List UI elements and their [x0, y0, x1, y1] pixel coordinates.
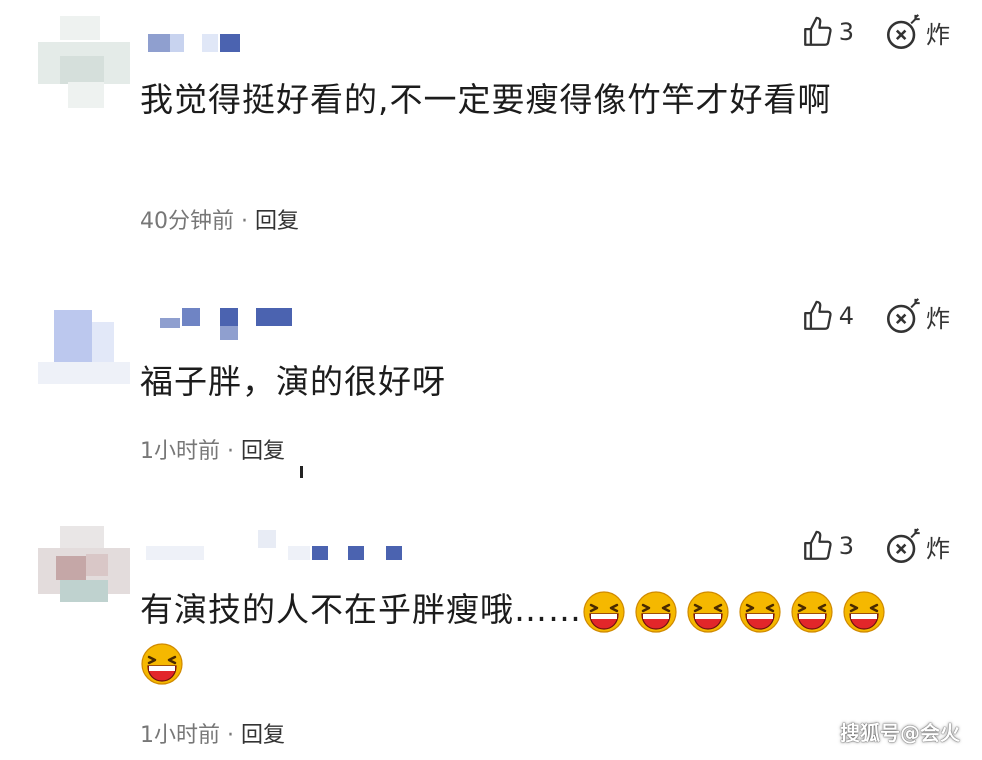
laughing-face-emoji: [738, 590, 782, 634]
bomb-button[interactable]: 炸: [884, 526, 950, 566]
bomb-icon: [887, 298, 920, 333]
comment-time: 1小时前: [140, 439, 220, 464]
bomb-button[interactable]: 炸: [884, 12, 950, 52]
laughing-face-emoji: [686, 590, 730, 634]
thumbs-up-icon: [803, 300, 832, 330]
username-blurred[interactable]: [146, 530, 406, 560]
comment-text: 福子胖，演的很好呀: [140, 362, 446, 401]
thumbs-up-icon: [803, 530, 832, 560]
comment-time: 40分钟前: [140, 209, 234, 234]
like-count: 3: [838, 532, 854, 560]
avatar[interactable]: [38, 526, 130, 618]
bomb-icon: [887, 14, 920, 50]
like-button[interactable]: 3: [801, 529, 854, 563]
like-count: 4: [838, 302, 854, 330]
like-button[interactable]: 3: [801, 15, 854, 49]
comment-meta: 40分钟前 · 回复: [140, 203, 299, 235]
laughing-face-emoji: [842, 590, 886, 634]
reply-button[interactable]: 回复: [241, 439, 285, 464]
text-cursor: [300, 466, 311, 478]
laughing-face-emoji: [634, 590, 678, 634]
bomb-label: 炸: [926, 20, 950, 49]
like-count: 3: [838, 18, 854, 46]
comment-actions: 3 炸: [801, 12, 950, 52]
laughing-face-emoji: [140, 642, 184, 686]
laughing-face-emoji: [582, 590, 626, 634]
comment-text: 有演技的人不在乎胖瘦哦……: [140, 584, 930, 688]
username-blurred[interactable]: [160, 308, 294, 340]
laughing-face-emoji: [790, 590, 834, 634]
bomb-icon: [887, 528, 920, 563]
reply-button[interactable]: 回复: [241, 723, 285, 748]
reply-button[interactable]: 回复: [255, 209, 299, 234]
bomb-label: 炸: [926, 304, 950, 333]
comment-text-body: 有演技的人不在乎胖瘦哦……: [140, 590, 582, 629]
comment-text: 我觉得挺好看的,不一定要瘦得像竹竿才好看啊: [140, 80, 832, 119]
watermark: 搜狐号@会火: [840, 721, 960, 745]
comment-meta: 1小时前 · 回复: [140, 433, 285, 465]
thumbs-up-icon: [803, 16, 832, 46]
bomb-label: 炸: [926, 534, 950, 563]
avatar[interactable]: [38, 296, 130, 388]
meta-separator: ·: [227, 439, 234, 464]
like-button[interactable]: 4: [801, 299, 854, 333]
username-blurred[interactable]: [148, 34, 240, 54]
comment-actions: 4 炸: [801, 296, 950, 336]
avatar[interactable]: [38, 16, 130, 108]
bomb-button[interactable]: 炸: [884, 296, 950, 336]
comment-meta: 1小时前 · 回复: [140, 717, 285, 749]
meta-separator: ·: [241, 209, 248, 234]
comment-time: 1小时前: [140, 723, 220, 748]
comment-actions: 3 炸: [801, 526, 950, 566]
meta-separator: ·: [227, 723, 234, 748]
